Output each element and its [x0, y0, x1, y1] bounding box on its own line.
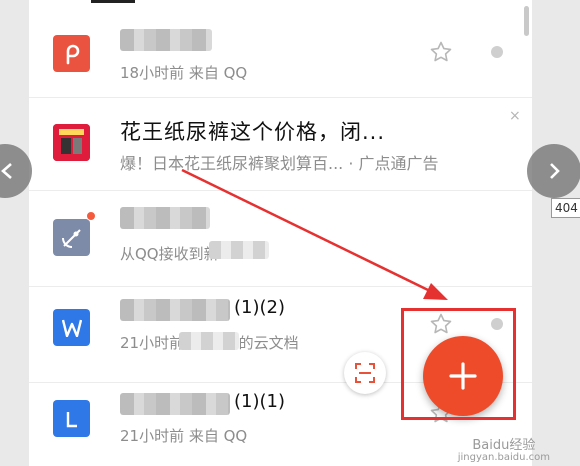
qq-mail-icon	[53, 35, 90, 72]
satellite-icon	[53, 219, 90, 256]
email-row[interactable]: 18小时前 来自 QQ	[29, 5, 532, 98]
doc-icon	[53, 400, 90, 437]
star-icon[interactable]	[429, 40, 453, 64]
word-doc-icon	[53, 309, 90, 346]
close-ad-icon[interactable]: ×	[509, 108, 521, 124]
email-time-source: 21小时前 来自 QQ	[120, 427, 248, 445]
annotation-highlight-box	[401, 308, 516, 420]
page-tooltip: 404	[551, 198, 580, 218]
read-status-dot	[491, 46, 503, 58]
ad-subtitle: 爆！日本花王纸尿裤聚划算百... · 广点通广告	[120, 154, 439, 173]
email-row[interactable]: 从QQ接收到新	[29, 191, 532, 287]
sender-blurred	[120, 207, 210, 229]
text-blurred	[209, 241, 269, 259]
sender-blurred	[120, 29, 212, 51]
ad-title: 花王纸尿裤这个价格，闭...	[120, 120, 386, 144]
ad-row[interactable]: 花王纸尿裤这个价格，闭... 爆！日本花王纸尿裤聚划算百... · 广点通广告 …	[29, 98, 532, 191]
unread-dot	[86, 211, 96, 221]
text-blurred	[179, 332, 239, 350]
watermark-sub: jingyan.baidu.com	[457, 452, 550, 463]
prev-page-button[interactable]	[0, 144, 32, 198]
tab-indicator	[91, 0, 135, 3]
ad-thumbnail-icon	[53, 124, 90, 161]
scan-icon	[355, 363, 375, 383]
watermark-main: Baidu经验	[472, 438, 536, 453]
next-page-button[interactable]	[527, 144, 580, 198]
sender-blurred	[120, 299, 230, 321]
chevron-left-icon	[1, 163, 12, 179]
email-subtitle: 从QQ接收到新	[120, 245, 219, 263]
watermark: Baidu经验 jingyan.baidu.com	[457, 438, 550, 464]
email-title: (1)(2)	[234, 297, 285, 318]
email-title: (1)(1)	[234, 391, 285, 412]
sender-blurred	[120, 393, 230, 415]
chevron-right-icon	[550, 163, 560, 179]
scan-button[interactable]	[344, 352, 386, 394]
email-time-source: 18小时前 来自 QQ	[120, 64, 248, 82]
